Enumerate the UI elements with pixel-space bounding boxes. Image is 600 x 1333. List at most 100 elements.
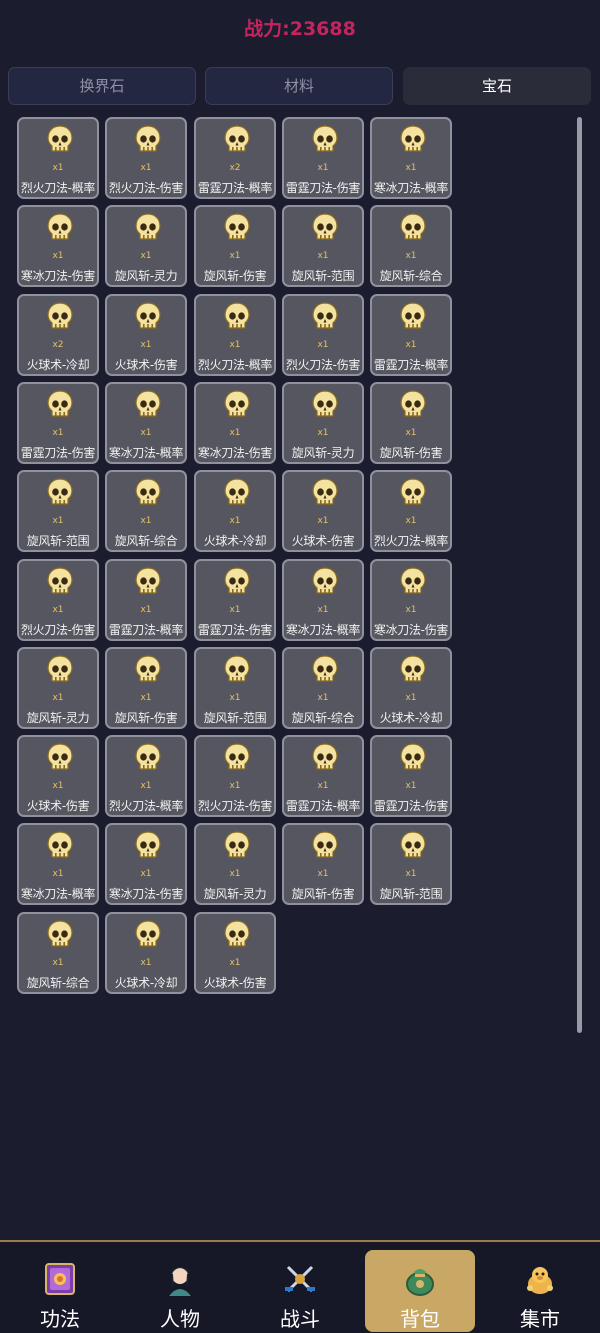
inventory-item[interactable]: x1 烈火刀法-伤害 <box>194 735 276 817</box>
item-name: 烈火刀法-概率 <box>20 181 96 195</box>
inventory-item[interactable]: x1 雷霆刀法-伤害 <box>370 735 452 817</box>
item-name: 烈火刀法-伤害 <box>197 799 273 813</box>
item-count: x1 <box>140 869 152 879</box>
item-name: 寒冰刀法-伤害 <box>108 887 184 901</box>
inventory-item[interactable]: x1 雷霆刀法-伤害 <box>194 559 276 641</box>
inventory-item[interactable]: x1 旋风斩-综合 <box>370 205 452 287</box>
inventory-item[interactable]: x1 旋风斩-伤害 <box>194 205 276 287</box>
inventory-item[interactable]: x1 烈火刀法-伤害 <box>105 117 187 199</box>
inventory-item[interactable]: x1 火球术-伤害 <box>194 912 276 994</box>
nav-battle[interactable]: 战斗 <box>245 1250 355 1332</box>
inventory-item[interactable]: x1 寒冰刀法-伤害 <box>370 559 452 641</box>
inventory-item[interactable]: x1 寒冰刀法-伤害 <box>17 205 99 287</box>
inventory-item[interactable]: x1 旋风斩-伤害 <box>282 823 364 905</box>
inventory-item[interactable]: x1 旋风斩-灵力 <box>105 205 187 287</box>
character-portrait-icon <box>169 1267 191 1296</box>
item-name: 旋风斩-综合 <box>26 976 90 990</box>
inventory-item[interactable]: x1 火球术-冷却 <box>105 912 187 994</box>
inventory-item[interactable]: x1 雷霆刀法-概率 <box>282 735 364 817</box>
inventory-item[interactable]: x1 火球术-冷却 <box>194 470 276 552</box>
combat-power: 战力:23688 <box>244 18 356 40</box>
item-count: x1 <box>317 605 329 615</box>
item-count: x1 <box>52 781 64 791</box>
item-count: x1 <box>317 869 329 879</box>
item-name: 旋风斩-灵力 <box>291 446 355 460</box>
item-count: x1 <box>229 693 241 703</box>
item-name: 烈火刀法-概率 <box>108 799 184 813</box>
inventory-item[interactable]: x1 火球术-冷却 <box>370 647 452 729</box>
item-count: x1 <box>317 781 329 791</box>
inventory-item[interactable]: x1 旋风斩-灵力 <box>194 823 276 905</box>
inventory-item[interactable]: x1 烈火刀法-伤害 <box>17 559 99 641</box>
inventory-item[interactable]: x1 旋风斩-范围 <box>194 647 276 729</box>
nav-bag[interactable]: 背包 <box>365 1250 475 1332</box>
item-name: 雷霆刀法-伤害 <box>197 623 273 637</box>
inventory-item[interactable]: x1 旋风斩-范围 <box>370 823 452 905</box>
item-name: 寒冰刀法-概率 <box>20 887 96 901</box>
scrollbar[interactable] <box>577 117 582 1033</box>
inventory-item[interactable]: x1 火球术-伤害 <box>105 294 187 376</box>
nav-label: 人物 <box>160 1307 200 1331</box>
inventory-item[interactable]: x1 火球术-伤害 <box>282 470 364 552</box>
tab-realm-stone[interactable]: 换界石 <box>8 67 196 105</box>
item-count: x1 <box>317 693 329 703</box>
inventory-item[interactable]: x1 烈火刀法-概率 <box>194 294 276 376</box>
item-name: 火球术-伤害 <box>291 534 355 548</box>
inventory-item[interactable]: x1 寒冰刀法-概率 <box>370 117 452 199</box>
nav-market[interactable]: 集市 <box>485 1250 595 1332</box>
item-count: x1 <box>52 605 64 615</box>
inventory-item[interactable]: x1 寒冰刀法-概率 <box>17 823 99 905</box>
item-count: x1 <box>140 251 152 261</box>
nav-skills[interactable]: 功法 <box>5 1250 115 1332</box>
tab-materials[interactable]: 材料 <box>205 67 393 105</box>
item-name: 雷霆刀法-伤害 <box>373 799 449 813</box>
inventory-item[interactable]: x1 烈火刀法-概率 <box>105 735 187 817</box>
inventory-item[interactable]: x1 雷霆刀法-伤害 <box>17 382 99 464</box>
inventory-item[interactable]: x1 寒冰刀法-概率 <box>105 382 187 464</box>
item-count: x1 <box>405 605 417 615</box>
inventory-item[interactable]: x1 烈火刀法-概率 <box>370 470 452 552</box>
inventory-item[interactable]: x1 旋风斩-灵力 <box>17 647 99 729</box>
inventory-item[interactable]: x1 旋风斩-范围 <box>282 205 364 287</box>
inventory-item[interactable]: x1 寒冰刀法-伤害 <box>194 382 276 464</box>
category-tabs: 换界石 材料 宝石 <box>8 67 592 105</box>
nav-label: 功法 <box>40 1307 80 1331</box>
item-count: x1 <box>229 516 241 526</box>
item-count: x1 <box>229 605 241 615</box>
inventory-item[interactable]: x1 旋风斩-范围 <box>17 470 99 552</box>
item-name: 雷霆刀法-概率 <box>108 623 184 637</box>
item-name: 雷霆刀法-概率 <box>197 181 273 195</box>
item-name: 火球术-伤害 <box>26 799 90 813</box>
item-name: 寒冰刀法-概率 <box>285 623 361 637</box>
inventory-item[interactable]: x1 火球术-伤害 <box>17 735 99 817</box>
inventory-item[interactable]: x1 烈火刀法-伤害 <box>282 294 364 376</box>
inventory-item[interactable]: x1 旋风斩-综合 <box>105 470 187 552</box>
item-count: x1 <box>52 869 64 879</box>
inventory-item[interactable]: x1 旋风斩-伤害 <box>105 647 187 729</box>
inventory-item[interactable]: x1 旋风斩-灵力 <box>282 382 364 464</box>
nav-character[interactable]: 人物 <box>125 1250 235 1332</box>
item-name: 旋风斩-范围 <box>26 534 90 548</box>
item-name: 烈火刀法-概率 <box>373 534 449 548</box>
inventory-item[interactable]: x1 旋风斩-伤害 <box>370 382 452 464</box>
inventory-item[interactable]: x2 火球术-冷却 <box>17 294 99 376</box>
inventory-item[interactable]: x1 旋风斩-综合 <box>282 647 364 729</box>
inventory-item[interactable]: x1 烈火刀法-概率 <box>17 117 99 199</box>
inventory-item[interactable]: x1 雷霆刀法-概率 <box>105 559 187 641</box>
item-name: 寒冰刀法-伤害 <box>373 623 449 637</box>
inventory-item[interactable]: x2 雷霆刀法-概率 <box>194 117 276 199</box>
item-name: 雷霆刀法-概率 <box>373 358 449 372</box>
inventory-item[interactable]: x1 雷霆刀法-概率 <box>370 294 452 376</box>
item-name: 烈火刀法-伤害 <box>108 181 184 195</box>
item-count: x1 <box>317 251 329 261</box>
inventory-item[interactable]: x1 旋风斩-综合 <box>17 912 99 994</box>
inventory-item[interactable]: x1 寒冰刀法-概率 <box>282 559 364 641</box>
item-name: 烈火刀法-概率 <box>197 358 273 372</box>
item-count: x1 <box>52 693 64 703</box>
item-count: x1 <box>140 781 152 791</box>
inventory-item[interactable]: x1 雷霆刀法-伤害 <box>282 117 364 199</box>
nav-label: 背包 <box>400 1307 440 1331</box>
inventory-item[interactable]: x1 寒冰刀法-伤害 <box>105 823 187 905</box>
item-name: 寒冰刀法-伤害 <box>197 446 273 460</box>
tab-gems[interactable]: 宝石 <box>403 67 591 105</box>
